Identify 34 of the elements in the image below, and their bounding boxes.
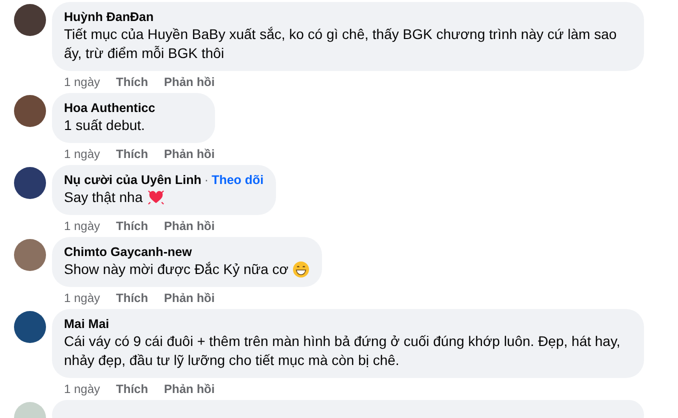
like-button[interactable]: Thích [116,146,148,162]
comment-time[interactable]: 1 ngày [64,381,100,397]
reply-button[interactable]: Phản hồi [164,74,215,90]
author-name[interactable]: Mai Mai [64,317,110,331]
comment-text: 1 suất debut. [64,117,145,133]
separator-dot: · [204,173,209,187]
comment-time[interactable]: 1 ngày [64,74,100,90]
like-button[interactable]: Thích [116,74,148,90]
reply-button[interactable]: Phản hồi [164,381,215,397]
comment-time[interactable]: 1 ngày [64,218,100,234]
heart-icon [146,189,165,206]
follow-link[interactable]: Theo dõi [212,173,264,187]
like-button[interactable]: Thích [116,290,148,306]
comment-time[interactable]: 1 ngày [64,290,100,306]
reply-button[interactable]: Phản hồi [164,218,215,234]
reply-button[interactable]: Phản hồi [164,290,215,306]
comment-time[interactable]: 1 ngày [64,146,100,162]
author-name[interactable]: Huỳnh ĐanĐan [64,10,154,24]
reply-button[interactable]: Phản hồi [164,146,215,162]
grinning-face-icon [292,261,310,278]
avatar-placeholder [14,167,46,199]
author-name[interactable]: Hoa Authenticc [64,101,156,115]
comment-text: Tiết mục của Huyền BaBy xuất sắc, ko có gì chê, thấy BGK chương trình này cứ làm sao ấy, trừ điểm mỗi BGK thôi [64,26,617,61]
avatar-placeholder [14,4,46,36]
avatar-placeholder [14,239,46,271]
comment-text: Cái váy có 9 cái đuôi + thêm trên màn hình bả đứng ở cuối đúng khớp luôn. Đẹp, hát hay, nhảy đẹp, đầu tư lỹ lưỡng cho tiết mục mà còn bị chê. [64,333,620,368]
like-button[interactable]: Thích [116,218,148,234]
comment-text: Say thật nha [64,189,143,205]
comment-text: Show này mời được Đắc Kỷ nữa cơ [64,261,288,277]
author-name[interactable]: Nụ cười của Uyên Linh [64,173,202,187]
avatar-placeholder [14,311,46,343]
author-name[interactable]: Chimto Gaycanh-new [64,245,192,259]
like-button[interactable]: Thích [116,381,148,397]
avatar-placeholder [14,95,46,127]
